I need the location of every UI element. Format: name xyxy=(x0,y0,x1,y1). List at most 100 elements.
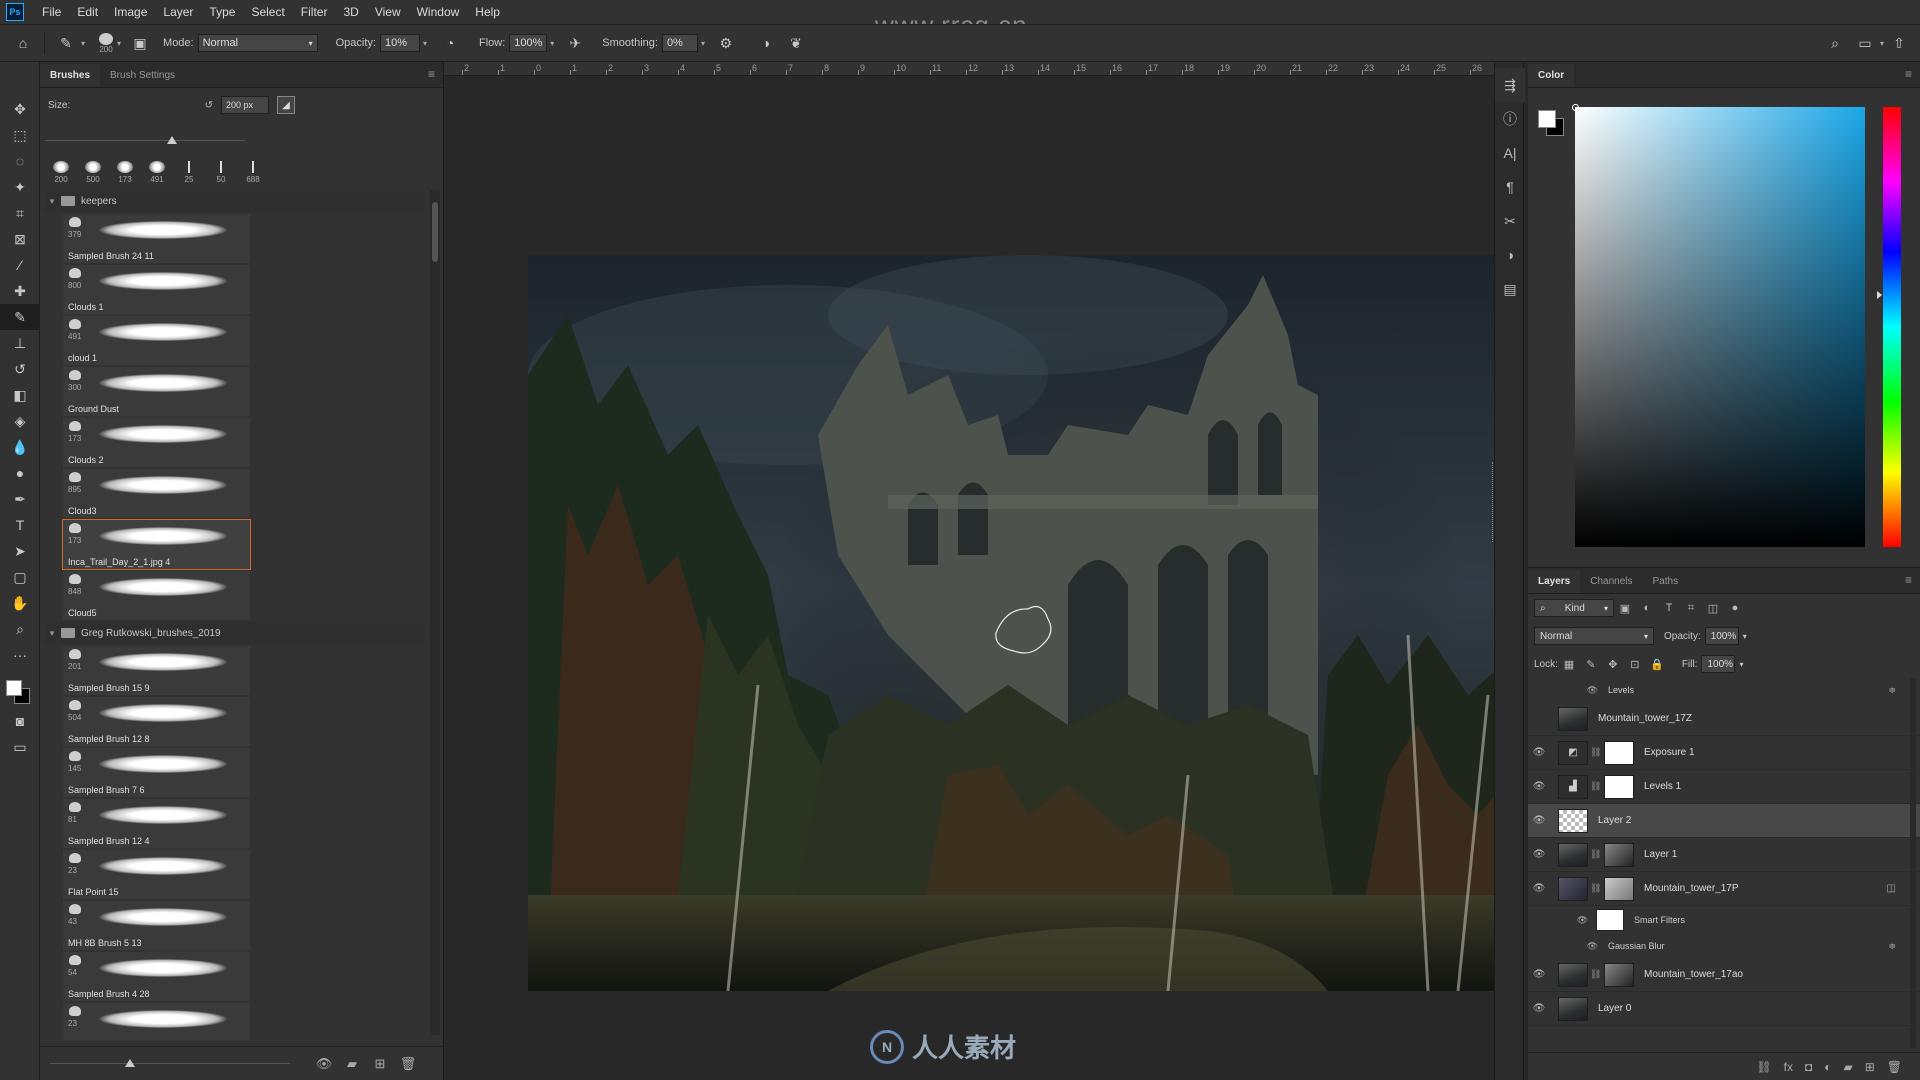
blend-mode-select[interactable]: Normal ▾ xyxy=(1534,627,1654,645)
layer-style-fx-icon[interactable]: fx xyxy=(1784,1060,1793,1074)
brush-list-scrollbar[interactable] xyxy=(430,190,440,1035)
reset-icon[interactable]: ↺ xyxy=(205,100,213,111)
link-icon[interactable]: ⛓ xyxy=(1590,883,1601,894)
magic-wand-tool-icon[interactable]: ✦ xyxy=(0,174,40,200)
blur-tool-icon[interactable]: 💧 xyxy=(0,434,40,460)
search-icon[interactable]: ⌕ xyxy=(1824,32,1846,54)
menu-view[interactable]: View xyxy=(367,5,409,19)
airbrush-icon[interactable]: ✈ xyxy=(564,32,586,54)
menu-filter[interactable]: Filter xyxy=(293,5,336,19)
link-icon[interactable]: ⛓ xyxy=(1590,747,1601,758)
menu-type[interactable]: Type xyxy=(201,5,243,19)
paragraph-icon[interactable]: ¶ xyxy=(1495,170,1525,204)
link-icon[interactable]: ⛓ xyxy=(1590,969,1601,980)
chevron-down-icon[interactable]: ▾ xyxy=(45,196,59,207)
scrollbar-thumb[interactable] xyxy=(432,202,438,262)
link-icon[interactable]: ⛓ xyxy=(1590,781,1601,792)
brush-item[interactable]: 173 Clouds 2 xyxy=(63,418,250,467)
color-field-picker[interactable] xyxy=(1572,104,1865,547)
eye-icon[interactable]: 👁 xyxy=(1528,1003,1550,1014)
brush-item[interactable]: 173 Inca_Trail_Day_2_1.jpg 4 xyxy=(62,519,251,570)
link-icon[interactable]: ⛓ xyxy=(1590,849,1601,860)
layer-thumbnail[interactable] xyxy=(1558,876,1588,901)
paint-bucket-tool-icon[interactable]: ◈ xyxy=(0,408,40,434)
filter-row[interactable]: 👁 Gaussian Blur ≑ xyxy=(1528,934,1920,958)
clone-stamp-tool-icon[interactable]: ⊥ xyxy=(0,330,40,356)
layer-opacity-field[interactable]: 100% xyxy=(1704,627,1739,645)
brush-preset[interactable]: 500 xyxy=(77,150,109,184)
color-swatches[interactable] xyxy=(1538,110,1566,138)
history-brush-tool-icon[interactable]: ↺ xyxy=(0,356,40,382)
brush-item[interactable]: 379 Sampled Brush 24 11 xyxy=(63,214,250,263)
chevron-down-icon[interactable]: ▾ xyxy=(550,39,554,48)
share-icon[interactable]: ⇧ xyxy=(1888,32,1910,54)
brush-tool-icon[interactable]: ✎ xyxy=(0,304,40,330)
adjustment-filter-icon[interactable]: ◐ xyxy=(1636,602,1658,614)
tools-presets-icon[interactable]: ✂ xyxy=(1495,204,1525,238)
pixel-filter-icon[interactable]: ▣ xyxy=(1614,602,1636,615)
brush-item[interactable]: 201 Sampled Brush 15 9 xyxy=(63,646,250,695)
layer-row[interactable]: 👁 ◩ ⛓ Exposure 1 xyxy=(1528,736,1920,770)
menu-image[interactable]: Image xyxy=(106,5,155,19)
eye-icon[interactable]: 👁 xyxy=(1528,941,1598,952)
tab-brush-settings[interactable]: Brush Settings xyxy=(100,64,185,87)
type-tool-icon[interactable]: T xyxy=(0,512,40,538)
new-layer-icon[interactable]: ⊞ xyxy=(1865,1060,1875,1074)
lasso-tool-icon[interactable]: ◌ xyxy=(0,148,40,174)
preview-size-slider[interactable] xyxy=(50,1059,290,1067)
eye-icon[interactable]: 👁 xyxy=(1528,815,1550,826)
lock-pixels-icon[interactable]: ✎ xyxy=(1580,658,1602,671)
info-icon[interactable]: ⓘ xyxy=(1495,102,1525,136)
brush-item[interactable]: 848 Cloud5 xyxy=(63,571,250,620)
brush-item[interactable]: 81 Sampled Brush 12 4 xyxy=(63,799,250,848)
foreground-color-swatch[interactable] xyxy=(6,680,22,696)
chevron-down-icon[interactable]: ▾ xyxy=(1743,632,1747,641)
eye-icon[interactable]: 👁 xyxy=(1528,685,1598,696)
new-group-icon[interactable]: ▰ xyxy=(342,1056,362,1072)
brush-preset[interactable]: 491 xyxy=(141,150,173,184)
marquee-tool-icon[interactable]: ⬚ xyxy=(0,122,40,148)
add-mask-icon[interactable]: ◘ xyxy=(1805,1060,1812,1074)
eye-icon[interactable]: 👁 xyxy=(1528,849,1550,860)
layer-row[interactable]: 👁 ▟ ⛓ Levels 1 xyxy=(1528,770,1920,804)
gear-icon[interactable]: ⚙ xyxy=(715,32,737,54)
type-filter-icon[interactable]: T xyxy=(1658,602,1680,614)
brush-preset[interactable]: 688 xyxy=(237,150,269,184)
brush-item[interactable]: 54 Sampled Brush 4 28 xyxy=(63,952,250,1001)
layer-mask-thumbnail[interactable] xyxy=(1604,876,1634,901)
flow-field[interactable]: 100% xyxy=(509,34,548,52)
layer-row[interactable]: 👁 Layer 0 xyxy=(1528,992,1920,1026)
trash-icon[interactable]: 🗑 xyxy=(398,1056,418,1072)
brush-preset[interactable]: 50 xyxy=(205,150,237,184)
smart-object-filter-icon[interactable]: ◫ xyxy=(1702,602,1724,615)
layer-row[interactable]: 👁 ⛓ Mountain_tower_17ao xyxy=(1528,958,1920,992)
more-tools-icon[interactable]: ··· xyxy=(0,642,40,668)
adjustments-icon[interactable]: ◑ xyxy=(1495,238,1525,272)
panel-menu-icon[interactable]: ≡ xyxy=(1897,61,1920,87)
home-icon[interactable]: ⌂ xyxy=(12,32,34,54)
dodge-tool-icon[interactable]: ● xyxy=(0,460,40,486)
canvas-artwork[interactable] xyxy=(528,255,1513,991)
brush-tip-preview-icon[interactable]: ◢ xyxy=(277,96,295,114)
layers-scrollbar[interactable] xyxy=(1910,678,1916,1048)
new-group-icon[interactable]: ▰ xyxy=(1843,1060,1852,1074)
layer-row[interactable]: 👁 ⛓ Mountain_tower_17P ◫ xyxy=(1528,872,1920,906)
eye-icon[interactable]: 👁 xyxy=(1528,915,1588,926)
chevron-down-icon[interactable]: ▾ xyxy=(1880,39,1884,48)
size-slider-track[interactable] xyxy=(45,140,245,141)
brush-item[interactable]: 43 MH 8B Brush 5 13 xyxy=(63,901,250,950)
symmetry-icon[interactable]: ❦ xyxy=(785,32,807,54)
hue-slider[interactable] xyxy=(1883,107,1901,547)
frame-tool-icon[interactable]: ⊠ xyxy=(0,226,40,252)
lock-artboard-icon[interactable]: ⊡ xyxy=(1624,658,1646,671)
lock-position-icon[interactable]: ✥ xyxy=(1602,658,1624,671)
layer-thumbnail[interactable] xyxy=(1558,842,1588,867)
move-tool-icon[interactable]: ✥ xyxy=(0,96,40,122)
libraries-icon[interactable]: ▤ xyxy=(1495,272,1525,306)
chevron-down-icon[interactable]: ▾ xyxy=(117,39,121,48)
layer-mask-thumbnail[interactable] xyxy=(1604,962,1634,987)
character-icon[interactable]: A| xyxy=(1495,136,1525,170)
eye-icon[interactable]: 👁 xyxy=(1528,969,1550,980)
menu-layer[interactable]: Layer xyxy=(155,5,201,19)
chevron-down-icon[interactable]: ▾ xyxy=(701,39,705,48)
